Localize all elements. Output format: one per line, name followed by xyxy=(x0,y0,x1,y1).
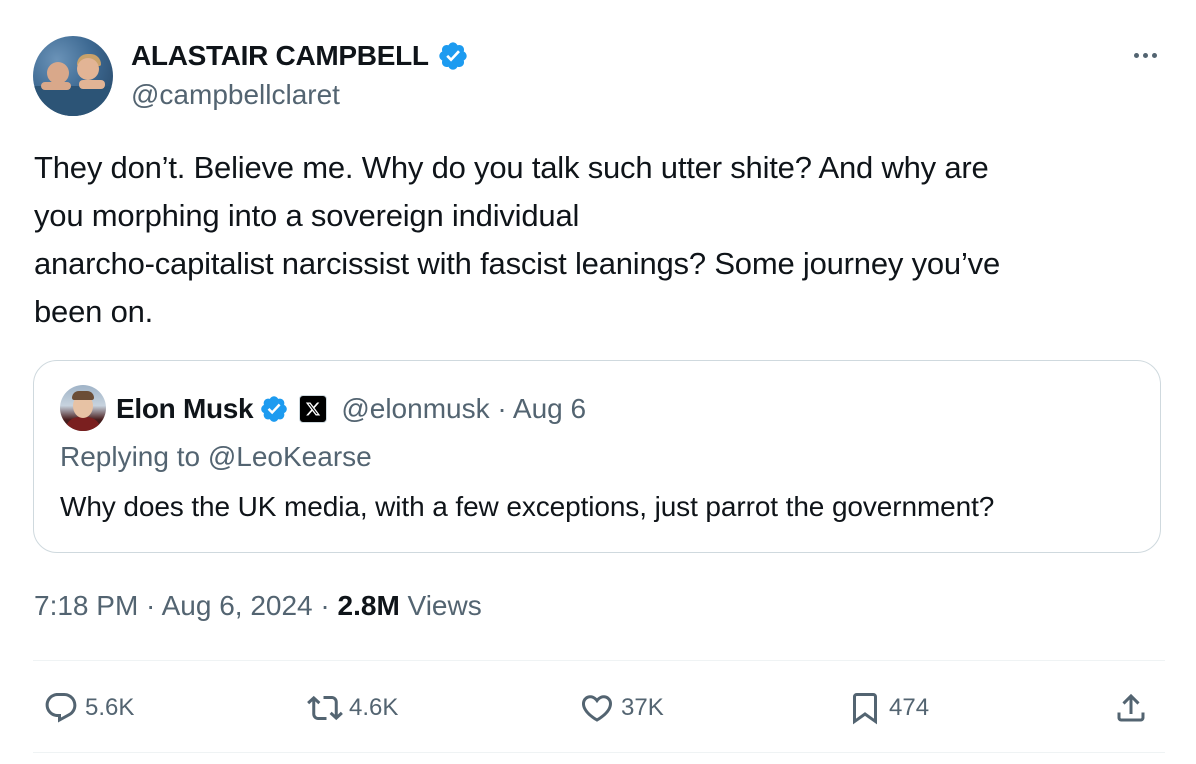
tweet-text-line: you morphing into a sovereign individual xyxy=(34,198,580,233)
reply-button[interactable]: 5.6K xyxy=(43,676,134,740)
views-label: Views xyxy=(399,590,482,621)
reply-icon xyxy=(45,693,77,723)
quoted-replying-to[interactable]: Replying to @LeoKearse xyxy=(60,441,372,473)
share-icon xyxy=(1117,693,1145,722)
like-count: 37K xyxy=(621,694,664,721)
tweet-text-line: been on. xyxy=(34,294,154,329)
bookmark-icon xyxy=(853,693,877,725)
views-count[interactable]: 2.8M xyxy=(338,590,400,621)
tweet-timestamp: 7:18 PM · Aug 6, 2024 · 2.8M Views xyxy=(34,590,482,622)
more-dot xyxy=(1142,52,1148,58)
quoted-handle-date[interactable]: @elonmusk · Aug 6 xyxy=(341,393,586,425)
repost-count: 4.6K xyxy=(349,694,399,721)
tweet-text-line: anarcho-capitalist narcissist with fasci… xyxy=(34,246,1001,281)
author-avatar[interactable] xyxy=(33,36,113,116)
more-icon[interactable] xyxy=(1125,40,1165,70)
like-button[interactable]: 37K xyxy=(579,676,664,740)
avatar-water xyxy=(33,86,113,116)
divider-top xyxy=(33,660,1165,661)
verified-badge-icon[interactable] xyxy=(437,40,469,72)
author-display-name[interactable]: ALASTAIR CAMPBELL xyxy=(131,40,429,72)
author-name-row: ALASTAIR CAMPBELL xyxy=(131,37,469,75)
share-button[interactable] xyxy=(1113,676,1149,740)
quoted-header: Elon Musk @elonmusk · Aug 6 xyxy=(116,391,586,427)
more-dot xyxy=(1151,52,1157,58)
more-dot xyxy=(1133,52,1139,58)
timestamp-date[interactable]: 7:18 PM · Aug 6, 2024 · xyxy=(34,590,338,621)
tweet-text: They don’t. Believe me. Why do you talk … xyxy=(34,144,1174,336)
quoted-tweet-card[interactable]: Elon Musk @elonmusk · Aug 6 Replying to … xyxy=(33,360,1161,553)
avatar-arm-right xyxy=(79,80,105,89)
quoted-avatar-body xyxy=(65,417,101,431)
quoted-author-avatar[interactable] xyxy=(60,385,106,431)
quoted-tweet-text: Why does the UK media, with a few except… xyxy=(60,491,995,522)
bookmark-count: 474 xyxy=(889,694,930,721)
reply-count: 5.6K xyxy=(85,694,135,721)
bookmark-button[interactable]: 474 xyxy=(847,676,929,740)
tweet-text-line: They don’t. Believe me. Why do you talk … xyxy=(34,150,989,185)
quoted-avatar-hair xyxy=(72,391,94,400)
author-handle[interactable]: @campbellclaret xyxy=(131,79,340,111)
divider-bottom xyxy=(33,752,1165,753)
avatar-arm-left xyxy=(41,82,71,90)
avatar-person-right xyxy=(77,58,99,80)
repost-icon xyxy=(307,695,343,721)
quoted-display-name[interactable]: Elon Musk xyxy=(116,393,254,425)
like-icon xyxy=(581,695,613,722)
repost-button[interactable]: 4.6K xyxy=(307,676,398,740)
avatar-person-left xyxy=(47,62,69,84)
action-bar: 5.6K 4.6K 37K 474 xyxy=(33,676,1165,740)
verified-badge-icon[interactable] xyxy=(259,394,289,424)
x-logo-icon xyxy=(299,395,328,423)
